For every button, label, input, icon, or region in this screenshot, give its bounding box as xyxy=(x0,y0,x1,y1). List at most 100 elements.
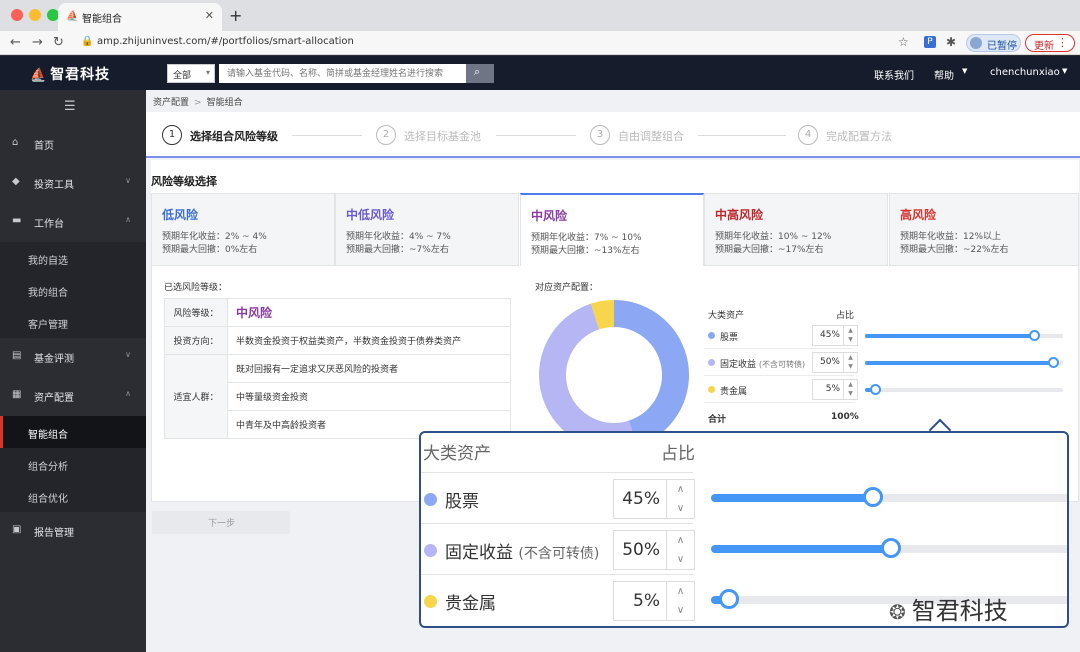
direction-value: 半数资金投资于权益类资产，半数资金投资于债券类资产 xyxy=(227,326,511,355)
risk-card-return: 预期年化收益：10% ~ 12% xyxy=(715,232,832,242)
zoom-asset-header: 大类资产 xyxy=(423,444,491,464)
sidebar-item-my-portfolios[interactable]: 我的组合 xyxy=(0,274,146,306)
sidebar-item-label: 报告管理 xyxy=(34,528,74,539)
browser-address-bar: ← → ↻ 🔒 amp.zhijuninvest.com/#/portfolio… xyxy=(0,31,1080,55)
close-tab-icon[interactable]: ✕ xyxy=(205,9,214,22)
back-arrow-icon[interactable]: ← xyxy=(10,35,21,50)
stock-slider[interactable] xyxy=(865,330,1063,341)
slider-handle[interactable] xyxy=(863,487,883,507)
asset-row-stock: 股票 45% ▲ ▼ xyxy=(704,322,858,349)
fund-search-input[interactable] xyxy=(219,64,466,83)
risk-card-medium-high[interactable]: 中高风险 预期年化收益：10% ~ 12% 预期最大回撤：~17%左右 xyxy=(704,193,888,266)
sidebar-item-my-watchlist[interactable]: 我的自选 xyxy=(0,242,146,274)
url-text: amp.zhijuninvest.com/#/portfolios/smart-… xyxy=(97,36,354,47)
stepper-arrows-icon[interactable]: ▲ ▼ xyxy=(843,353,857,372)
user-menu[interactable]: chenchunxiao xyxy=(990,67,1060,78)
sidebar-item-invest-tools[interactable]: ◆ 投资工具 ∨ xyxy=(0,165,146,201)
fixed-income-slider[interactable] xyxy=(865,357,1063,368)
stepper-arrows-icon[interactable]: ∧ ∨ xyxy=(666,531,694,569)
extension-p-icon[interactable]: P xyxy=(924,36,936,48)
slider-handle[interactable] xyxy=(1048,357,1059,368)
risk-card-return: 预期年化收益：4% ~ 7% xyxy=(346,232,451,242)
sidebar-item-portfolio-optimize[interactable]: 组合优化 xyxy=(0,480,146,512)
url-field[interactable]: 🔒 amp.zhijuninvest.com/#/portfolios/smar… xyxy=(73,34,913,52)
update-browser-button[interactable]: 更新 ⋮ xyxy=(1025,34,1075,52)
search-scope-select[interactable]: 全部 ▾ xyxy=(167,64,215,83)
risk-card-high[interactable]: 高风险 预期年化收益：12%以上 预期最大回撤：~22%左右 xyxy=(889,193,1079,266)
precious-metal-slider[interactable] xyxy=(865,384,1063,395)
risk-card-low[interactable]: 低风险 预期年化收益：2% ~ 4% 预期最大回撤：0%左右 xyxy=(151,193,335,266)
zoom-fixed-income-stepper[interactable]: 50% ∧ ∨ xyxy=(613,530,695,570)
new-tab-icon[interactable]: + xyxy=(229,6,242,25)
close-window-button[interactable] xyxy=(11,9,23,21)
zoom-fixed-income-slider[interactable] xyxy=(711,538,1067,558)
wizard-steps: 1 选择组合风险等级 2 选择目标基金池 3 自由调整组合 4 完成配置方法 xyxy=(146,112,1080,158)
stock-percent-stepper[interactable]: 45% ▲ ▼ xyxy=(812,325,858,346)
sidebar-item-home[interactable]: ⌂ 首页 xyxy=(0,126,146,162)
risk-card-medium[interactable]: 中风险 预期年化收益：7% ~ 10% 预期最大回撤：~13%左右 xyxy=(520,193,704,266)
menu-toggle-icon[interactable]: ☰ xyxy=(64,99,76,114)
sidebar-item-label: 我的自选 xyxy=(28,256,68,267)
minimize-window-button[interactable] xyxy=(29,9,41,21)
slider-handle[interactable] xyxy=(881,538,901,558)
risk-card-medium-low[interactable]: 中低风险 预期年化收益：4% ~ 7% 预期最大回撤：~7%左右 xyxy=(335,193,519,266)
sidebar-item-fund-evaluation[interactable]: ▤ 基金评测 ∨ xyxy=(0,339,146,375)
profile-paused-button[interactable]: 已暂停 xyxy=(966,34,1021,52)
lock-icon: 🔒 xyxy=(81,36,94,47)
zoom-stock-slider[interactable] xyxy=(711,487,1067,507)
watermark-text: 智君科技 xyxy=(911,597,1008,625)
section-title: 风险等级选择 xyxy=(151,175,217,188)
bookmark-star-icon[interactable]: ☆ xyxy=(898,35,909,49)
sidebar-item-portfolio-analysis[interactable]: 组合分析 xyxy=(0,448,146,480)
slider-fill xyxy=(711,545,891,553)
sidebar-item-reports[interactable]: ▣ 报告管理 xyxy=(0,513,146,549)
help-menu[interactable]: 帮助 xyxy=(934,67,954,82)
sidebar-item-smart-portfolio[interactable]: 智能组合 xyxy=(0,416,146,448)
step-3-circle: 3 xyxy=(590,125,610,145)
chevron-up-icon: ∧ xyxy=(125,389,131,398)
slider-fill xyxy=(865,334,1034,338)
slider-handle[interactable] xyxy=(719,589,739,609)
risk-card-name: 中低风险 xyxy=(346,208,395,222)
asset-row-fixed-income: 固定收益 (不含可转债) 50% ▲ ▼ xyxy=(704,349,858,376)
zoom-precious-metal-stepper[interactable]: 5% ∧ ∨ xyxy=(613,581,695,621)
sidebar-item-customers[interactable]: 客户管理 xyxy=(0,306,146,338)
browser-tab[interactable]: ⛵ 智能组合 ✕ xyxy=(58,3,222,31)
reload-icon[interactable]: ↻ xyxy=(53,35,64,50)
breadcrumb-item[interactable]: 资产配置 xyxy=(153,98,189,108)
stepper-arrows-icon[interactable]: ▲ ▼ xyxy=(843,380,857,399)
stock-percent-value: 45% xyxy=(819,330,840,340)
stepper-arrows-icon[interactable]: ∧ ∨ xyxy=(666,480,694,518)
search-button[interactable]: ⌕ xyxy=(466,64,494,83)
sailboat-favicon-icon: ⛵ xyxy=(66,11,79,22)
sidebar-item-label: 组合优化 xyxy=(28,494,68,505)
step-4-circle: 4 xyxy=(798,125,818,145)
fixed-income-percent-stepper[interactable]: 50% ▲ ▼ xyxy=(812,352,858,373)
risk-card-name: 高风险 xyxy=(900,208,937,222)
selected-risk-title: 已选风险等级： xyxy=(164,283,228,293)
chevron-down-icon: ∨ xyxy=(125,350,131,359)
asset-subnote: (不含可转债) xyxy=(758,360,806,369)
percent-column-header: 占比 xyxy=(836,311,855,321)
sidebar-item-workbench[interactable]: ▬ 工作台 ∧ xyxy=(0,204,146,240)
step-4-label: 完成配置方法 xyxy=(826,130,892,143)
contact-us-link[interactable]: 联系我们 xyxy=(874,67,914,82)
precious-metal-percent-stepper[interactable]: 5% ▲ ▼ xyxy=(812,379,858,400)
sidebar-item-label: 我的组合 xyxy=(28,288,68,299)
brand-logo[interactable]: ⛵ 智君科技 xyxy=(30,64,110,84)
slider-handle[interactable] xyxy=(870,384,881,395)
stepper-arrows-icon[interactable]: ∧ ∨ xyxy=(666,582,694,620)
slider-handle[interactable] xyxy=(1029,330,1040,341)
zoom-percent-header: 占比 xyxy=(661,444,695,464)
zoom-stock-stepper[interactable]: 45% ∧ ∨ xyxy=(613,479,695,519)
search-icon: ⌕ xyxy=(474,65,481,78)
forward-arrow-icon[interactable]: → xyxy=(32,35,43,50)
extensions-puzzle-icon[interactable]: ✱ xyxy=(946,35,956,49)
app-header: ⛵智君科技 全部 ▾ ⌕ 联系我们 帮助 ▼ chenchunxiao ▼ xyxy=(0,56,1080,90)
sidebar-item-asset-allocation[interactable]: ▦ 资产配置 ∧ xyxy=(0,378,146,414)
people-value: 既对回报有一定追求又厌恶风险的投资者 xyxy=(227,354,511,383)
stepper-arrows-icon[interactable]: ▲ ▼ xyxy=(843,326,857,345)
zoom-fixed-income-value: 50% xyxy=(622,540,660,560)
next-step-button[interactable]: 下一步 xyxy=(152,511,290,534)
asset-column-header: 大类资产 xyxy=(708,311,745,321)
